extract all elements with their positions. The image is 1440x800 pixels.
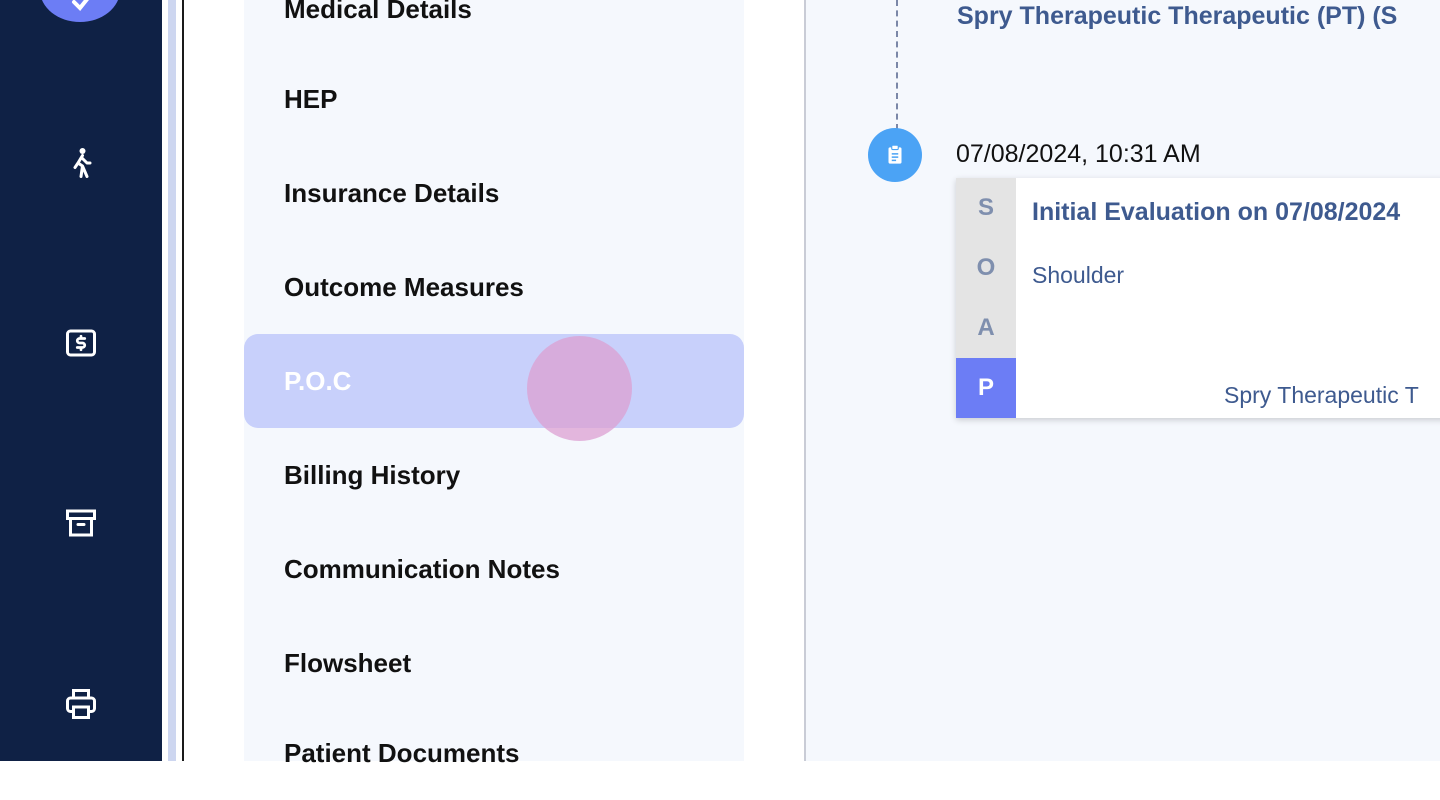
menu-item-medical-details[interactable]: Medical Details [244,0,744,56]
active-nav-indicator[interactable] [40,0,120,22]
left-nav-rail [0,0,162,761]
menu-item-label: Patient Documents [284,737,520,768]
menu-item-label: Communication Notes [284,553,560,584]
menu-item-label: Medical Details [284,0,472,24]
soap-tabs: S O A P [956,178,1016,418]
rail-scroll-track [168,0,176,761]
menu-item-outcome-measures[interactable]: Outcome Measures [244,240,744,334]
clipboard-icon [868,128,922,182]
soap-tab-a[interactable]: A [956,298,1016,358]
menu-item-billing-history[interactable]: Billing History [244,428,744,522]
note-title[interactable]: Initial Evaluation on 07/08/2024 [1032,198,1400,227]
soap-tab-o[interactable]: O [956,238,1016,298]
menu-item-label: P.O.C [284,365,352,396]
printer-icon[interactable] [61,684,101,724]
timeline-provider-name: Spry Therapeutic Therapeutic (PT) (S [957,2,1398,30]
menu-item-label: Billing History [284,459,461,490]
patient-section-menu: Medical Details HEP Insurance Details Ou… [244,0,744,768]
menu-item-label: Insurance Details [284,177,500,208]
menu-item-label: Outcome Measures [284,271,524,302]
menu-item-patient-documents[interactable]: Patient Documents [244,706,744,800]
menu-item-insurance-details[interactable]: Insurance Details [244,146,744,240]
menu-item-communication-notes[interactable]: Communication Notes [244,522,744,616]
timeline-connector [896,0,898,130]
menu-item-label: Flowsheet [284,647,412,678]
menu-item-label: HEP [284,83,338,114]
menu-item-hep[interactable]: HEP [244,52,744,146]
panel-border [176,0,184,761]
check-icon [72,0,89,11]
archive-box-icon[interactable] [61,503,101,543]
note-card[interactable]: S O A P Initial Evaluation on 07/08/2024… [956,178,1440,418]
soap-tab-p[interactable]: P [956,358,1016,418]
menu-item-flowsheet[interactable]: Flowsheet [244,616,744,710]
soap-tab-s[interactable]: S [956,178,1016,238]
note-provider: Spry Therapeutic T [1224,382,1419,408]
billing-dollar-icon[interactable] [61,323,101,363]
note-body-part: Shoulder [1032,262,1125,288]
menu-item-poc[interactable]: P.O.C [244,334,744,428]
entry-date: 07/08/2024, 10:31 AM [956,140,1201,168]
walking-person-icon[interactable] [61,143,101,183]
